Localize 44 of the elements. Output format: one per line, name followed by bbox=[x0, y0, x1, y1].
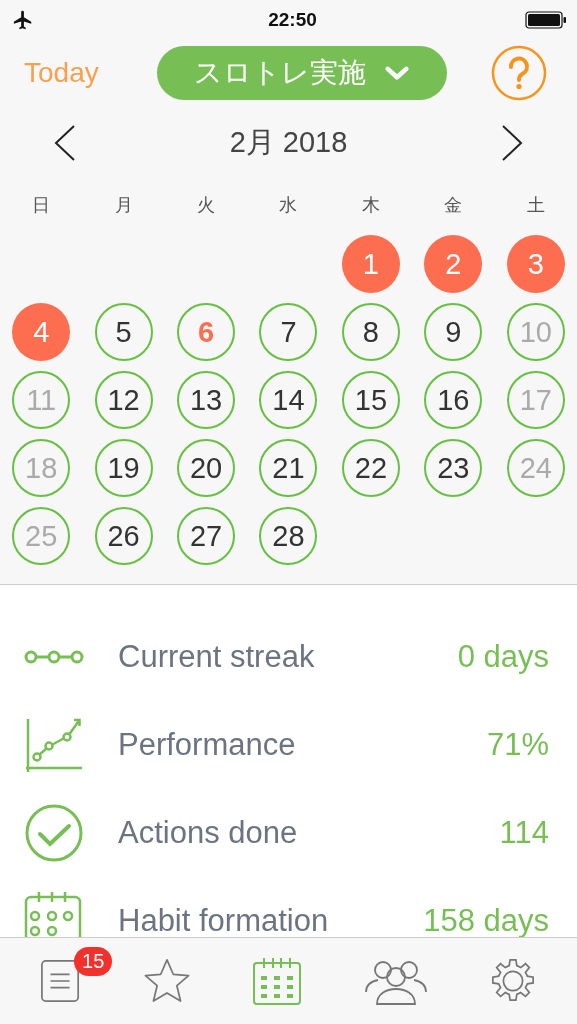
calendar-icon bbox=[24, 891, 84, 937]
calendar-day[interactable]: 15 bbox=[341, 371, 400, 429]
weekday-label: 火 bbox=[197, 194, 216, 217]
calendar-day[interactable]: 12 bbox=[94, 371, 153, 429]
stat-label: Actions done bbox=[118, 815, 299, 851]
calendar-day[interactable]: 13 bbox=[177, 371, 236, 429]
calendar-day[interactable]: 7 bbox=[259, 303, 318, 361]
weekday-label: 木 bbox=[361, 194, 380, 217]
stat-label: Current streak bbox=[118, 639, 316, 675]
calendar-day[interactable]: 28 bbox=[259, 507, 318, 565]
weekday-label: 金 bbox=[444, 194, 463, 217]
status-time: 22:50 bbox=[268, 9, 317, 31]
stat-value: 114 bbox=[499, 815, 549, 851]
weekday-label: 日 bbox=[32, 194, 51, 217]
check-circle-icon bbox=[24, 803, 84, 863]
calendar-day[interactable]: 23 bbox=[424, 439, 483, 497]
airplane-icon bbox=[12, 9, 34, 31]
calendar-day[interactable]: 19 bbox=[94, 439, 153, 497]
stat-label: Habit formation bbox=[118, 903, 330, 937]
notification-badge: 15 bbox=[74, 947, 113, 976]
month-title: 2月 2018 bbox=[229, 125, 348, 160]
battery-icon bbox=[525, 11, 567, 29]
weekday-label: 水 bbox=[279, 194, 298, 217]
calendar-day[interactable]: 9 bbox=[424, 303, 483, 361]
calendar-day[interactable]: 20 bbox=[177, 439, 236, 497]
stat-value: 158 days bbox=[423, 903, 549, 937]
calendar-day[interactable]: 14 bbox=[259, 371, 318, 429]
weekday-label: 土 bbox=[526, 194, 545, 217]
stat-value: 0 days bbox=[457, 639, 549, 675]
help-icon[interactable] bbox=[491, 45, 547, 101]
calendar-day[interactable]: 8 bbox=[341, 303, 400, 361]
stat-label: Performance bbox=[118, 727, 297, 763]
calendar-day[interactable]: 22 bbox=[341, 439, 400, 497]
calendar-day[interactable]: 26 bbox=[94, 507, 153, 565]
calendar-day[interactable]: 27 bbox=[177, 507, 236, 565]
calendar-day[interactable]: 21 bbox=[259, 439, 318, 497]
calendar-day[interactable]: 16 bbox=[424, 371, 483, 429]
weekday-label: 月 bbox=[114, 194, 133, 217]
chevron-down-icon bbox=[383, 64, 410, 82]
previous-month-icon[interactable] bbox=[54, 125, 76, 161]
calendar-day[interactable]: 5 bbox=[94, 303, 153, 361]
stat-value: 71% bbox=[486, 727, 549, 763]
next-month-icon[interactable] bbox=[501, 125, 523, 161]
line-chart-icon bbox=[24, 717, 84, 773]
